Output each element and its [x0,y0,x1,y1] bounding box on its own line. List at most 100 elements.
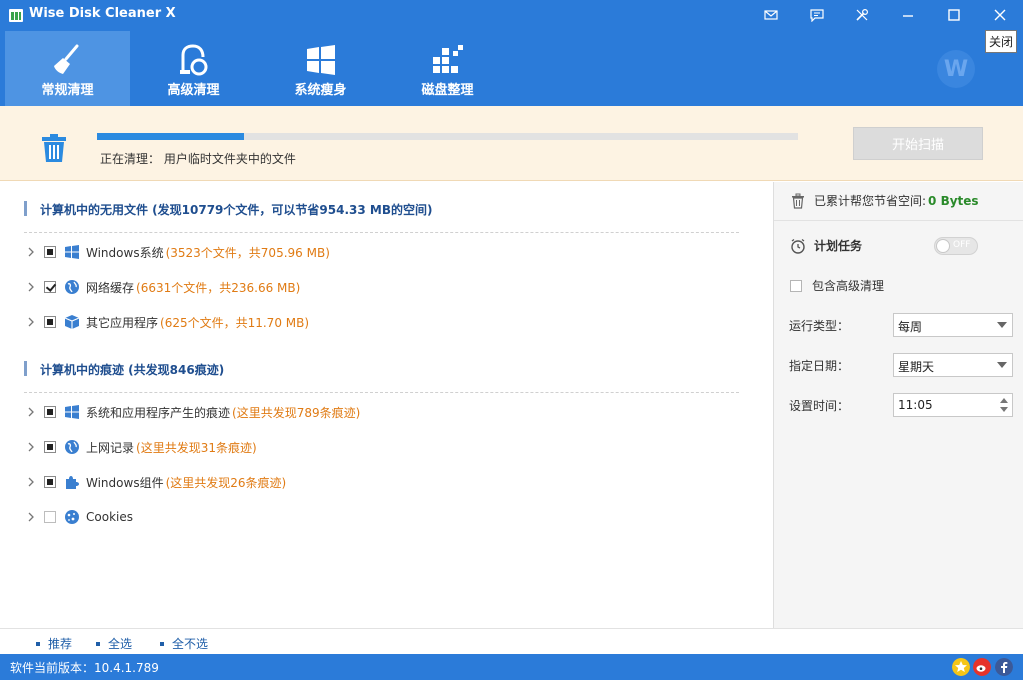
include-advanced-label: 包含高级清理 [812,279,885,293]
account-avatar[interactable]: W [937,50,975,88]
space-saved-label: 已累计帮您节省空间: [814,194,927,208]
panel-divider [774,220,1023,221]
tab-system-slim[interactable]: 系统瘦身 [258,31,383,106]
minimize-icon [903,15,913,17]
alarm-clock-icon [791,238,805,254]
vacuum-icon [180,44,208,76]
tab-label: 系统瘦身 [294,83,347,98]
close-button[interactable] [987,4,1013,26]
weibo-icon[interactable] [973,658,991,676]
tab-advanced-clean[interactable]: 高级清理 [131,31,256,106]
puzzle-icon [66,476,79,489]
scan-status-target: 用户临时文件夹中的文件 [163,152,296,166]
app-title: Wise Disk Cleaner X [29,6,176,21]
day-label: 指定日期： [789,358,850,373]
chevron-right-icon[interactable] [26,317,36,327]
minimize-button[interactable] [895,4,921,26]
item-description: (这里共发现26条痕迹) [165,475,287,490]
list-item-browsing-history[interactable]: 上网记录 (这里共发现31条痕迹) [26,437,257,457]
section-divider [24,392,739,393]
item-name: 系统和应用程序产生的痕迹 [86,405,231,420]
run-type-select[interactable]: 每周 [893,313,1013,337]
item-name: Windows组件 [86,475,164,490]
start-scan-button[interactable]: 开始扫描 [853,127,983,160]
settings-side-panel: 已累计帮您节省空间: 0 Bytes 计划任务 OFF 包含高级清理 运行类型：… [773,182,1023,628]
tab-regular-clean[interactable]: 常规清理 [5,31,130,106]
chevron-right-icon[interactable] [26,442,36,452]
item-checkbox[interactable] [44,281,56,293]
item-description: (3523个文件，共705.96 MB) [165,245,330,260]
feedback-mail-button[interactable] [758,4,784,26]
item-checkbox[interactable] [44,316,56,328]
item-name: Cookies [86,510,133,524]
list-item-other-apps[interactable]: 其它应用程序 (625个文件，共11.70 MB) [26,312,309,332]
day-select[interactable]: 星期天 [893,353,1013,377]
list-item-web-cache[interactable]: 网络缓存 (6631个文件，共236.66 MB) [26,277,300,297]
scan-progress-bar [97,133,798,140]
scan-progress-fill [97,133,245,140]
item-checkbox[interactable] [44,246,56,258]
dropdown-arrow-icon [997,362,1007,368]
settings-button[interactable] [849,4,875,26]
toggle-knob [936,239,950,253]
chat-button[interactable] [804,4,830,26]
include-advanced-checkbox[interactable] [790,279,802,292]
day-value: 星期天 [898,360,935,374]
avatar-letter: W [943,56,969,82]
tab-label: 磁盘整理 [421,83,474,98]
trash-icon [792,193,804,209]
star-icon[interactable] [952,658,970,676]
tab-label: 常规清理 [41,83,94,98]
include-advanced-option[interactable]: 包含高级清理 [790,277,884,294]
chevron-right-icon[interactable] [26,282,36,292]
app-logo-icon [9,9,23,22]
mail-icon [764,10,778,20]
facebook-icon[interactable] [995,658,1013,676]
header-bar: Wise Disk Cleaner X 常规清理 高级清理 系统瘦身 磁盘整理 … [0,0,1023,106]
tools-icon [856,8,869,21]
item-checkbox[interactable] [44,476,56,488]
spinner-arrows-icon[interactable] [999,396,1009,414]
scan-status-prefix: 正在清理： [100,152,161,166]
footer-links-bar: 推荐 全选 全不选 [0,628,1023,654]
version-text: 软件当前版本：10.4.1.789 [10,661,159,675]
recommend-link[interactable]: 推荐 [36,635,72,652]
maximize-button[interactable] [941,4,967,26]
chevron-right-icon[interactable] [26,477,36,487]
trash-icon [42,134,66,162]
time-input[interactable]: 11:05 [893,393,1013,417]
close-icon [994,9,1006,21]
chevron-right-icon[interactable] [26,512,36,522]
chevron-right-icon[interactable] [26,247,36,257]
item-checkbox[interactable] [44,441,56,453]
scan-status-bar: 正在清理： 用户临时文件夹中的文件 开始扫描 [0,106,1023,181]
select-none-link[interactable]: 全不选 [160,635,208,652]
close-tooltip: 关闭 [985,30,1018,53]
list-item-system-app-traces[interactable]: 系统和应用程序产生的痕迹 (这里共发现789条痕迹) [26,402,360,422]
list-item-windows-system[interactable]: Windows系统 (3523个文件，共705.96 MB) [26,242,330,262]
day-row: 指定日期： 星期天 [789,353,1013,377]
chevron-right-icon[interactable] [26,407,36,417]
globe-icon [65,440,79,454]
item-name: 上网记录 [86,440,135,455]
schedule-toggle[interactable]: OFF [934,237,978,255]
space-saved-line: 已累计帮您节省空间: 0 Bytes [790,192,979,209]
item-description: (625个文件，共11.70 MB) [160,315,310,330]
item-name: 网络缓存 [86,280,135,295]
run-type-label: 运行类型： [789,318,850,333]
select-all-link[interactable]: 全选 [96,635,132,652]
item-name: Windows系统 [86,245,164,260]
list-item-cookies[interactable]: Cookies [26,507,135,527]
time-label: 设置时间： [789,398,850,413]
windows-icon [307,45,335,75]
list-item-windows-components[interactable]: Windows组件 (这里共发现26条痕迹) [26,472,286,492]
windows-logo-icon [65,405,79,419]
item-checkbox[interactable] [44,511,56,523]
broom-icon [54,44,79,74]
tab-disk-defrag[interactable]: 磁盘整理 [385,31,510,106]
time-value: 11:05 [898,398,933,412]
item-checkbox[interactable] [44,406,56,418]
toggle-state-text: OFF [953,240,971,250]
schedule-heading: 计划任务 [790,237,862,254]
run-type-row: 运行类型： 每周 [789,313,1013,337]
